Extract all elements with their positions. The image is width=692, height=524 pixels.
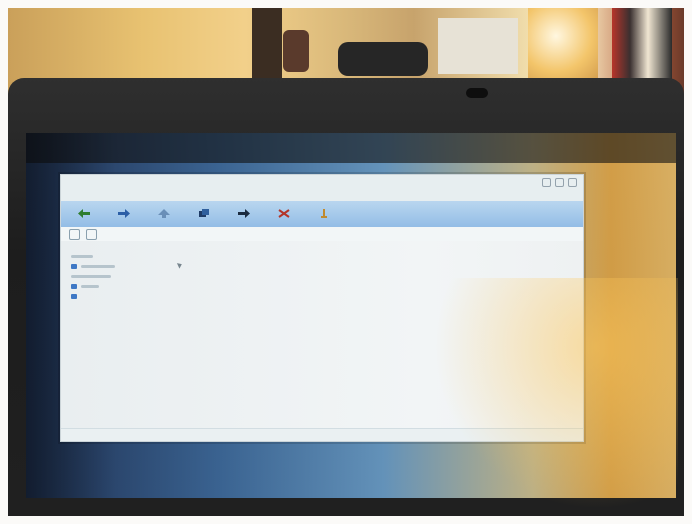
folder-icon xyxy=(71,263,77,269)
back-icon[interactable] xyxy=(69,228,80,240)
mouse-cursor xyxy=(176,261,184,269)
move-icon xyxy=(238,208,250,218)
back-arrow-icon xyxy=(78,208,90,218)
drive-icon xyxy=(71,293,77,299)
toolbar-back-button[interactable] xyxy=(71,208,97,220)
drive-icon xyxy=(71,283,77,289)
scan-border xyxy=(8,8,684,516)
status-bar xyxy=(61,428,583,441)
toolbar xyxy=(61,201,583,227)
sidebar-row[interactable] xyxy=(71,261,151,271)
toolbar-move-button[interactable] xyxy=(231,208,257,220)
location-icon[interactable] xyxy=(86,228,97,240)
sidebar-row[interactable] xyxy=(71,271,151,281)
up-arrow-icon xyxy=(158,208,170,218)
background-object xyxy=(283,30,309,72)
background-object-right xyxy=(612,8,672,84)
toolbar-delete-button[interactable] xyxy=(271,208,297,220)
file-manager-window xyxy=(60,174,584,442)
sidebar-row[interactable] xyxy=(71,281,151,291)
background-device xyxy=(338,42,428,76)
toolbar-copy-button[interactable] xyxy=(191,208,217,220)
window-controls xyxy=(542,177,577,187)
laptop-bezel xyxy=(8,78,684,516)
photo-frame xyxy=(0,0,692,524)
minimize-button[interactable] xyxy=(542,177,551,187)
titlebar xyxy=(61,175,583,189)
info-icon xyxy=(318,208,330,218)
screen-top-shadow xyxy=(26,133,676,163)
toolbar-forward-button[interactable] xyxy=(111,208,137,220)
sidebar xyxy=(71,251,151,301)
file-list-area xyxy=(61,241,583,429)
doorframe xyxy=(252,8,282,88)
toolbar-info-button[interactable] xyxy=(311,208,337,220)
close-button[interactable] xyxy=(568,177,577,187)
delete-icon xyxy=(278,208,290,218)
maximize-button[interactable] xyxy=(555,177,564,187)
sidebar-row[interactable] xyxy=(71,291,151,301)
forward-arrow-icon xyxy=(118,208,130,218)
light-glare xyxy=(528,8,598,78)
toolbar-up-button[interactable] xyxy=(151,208,177,220)
menubar xyxy=(61,189,583,201)
address-bar xyxy=(61,227,583,242)
webcam-icon xyxy=(466,88,488,98)
sidebar-row[interactable] xyxy=(71,251,151,261)
copy-icon xyxy=(198,208,210,218)
background-box xyxy=(438,18,518,74)
